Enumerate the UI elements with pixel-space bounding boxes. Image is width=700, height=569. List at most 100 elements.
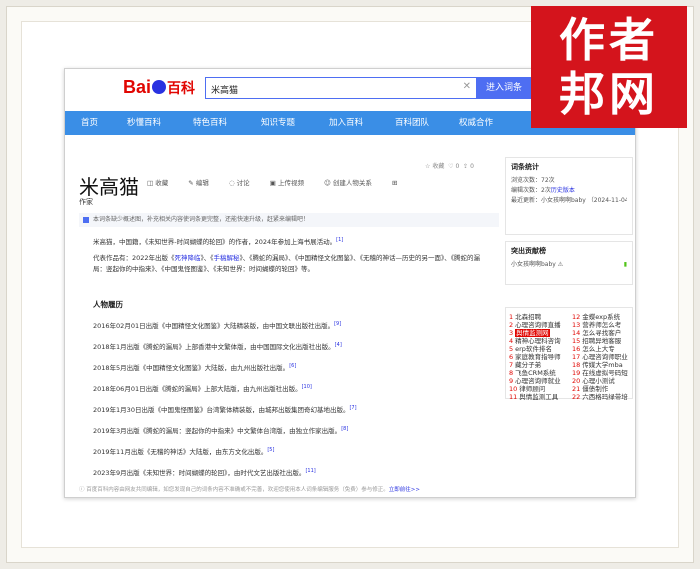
logo-text: Bai [123, 77, 152, 97]
nav-item-featured[interactable]: 特色百科 [193, 111, 227, 135]
career-text: 2018年5月出版《中国精怪文化图鉴》大陆版，由九州出版社出版。 [93, 364, 290, 372]
list-item[interactable]: 22 六西格玛绿带培 [572, 391, 628, 401]
career-text: 2019年1月30日出版《中国鬼怪图鉴》台湾繁体精装版，由城邦出版集团奇幻基地出… [93, 406, 350, 414]
relation-button-label: 创建人物关系 [332, 179, 372, 187]
nav-item-home[interactable]: 首页 [81, 111, 98, 135]
section-heading: 人物履历 [93, 300, 123, 309]
discuss-button-label: 讨论 [236, 179, 250, 187]
edit-count-text: 编辑次数：2次 [511, 187, 551, 194]
works-paragraph: 代表作品有：2022年出版《死神降临》、《手稿解秘》、《腾蛇的漏局》、《中国精怪… [93, 253, 493, 275]
works-text-1: 代表作品有：2022年出版《 [93, 254, 175, 262]
career-text: 2019年11月出版《无稽的神话》大陆版，由东方文化出版。 [93, 448, 268, 456]
star-icon[interactable]: ☆ [425, 163, 430, 170]
ref-mark[interactable]: [4] [335, 342, 342, 348]
works-text-2: 》、《 [200, 254, 214, 262]
stats-title: 词条统计 [511, 163, 539, 171]
career-item: 2016年02月01日出版《中国精怪文化图鉴》大陆精装版，由中国文联出版社出版。… [93, 320, 341, 330]
last-update: 最近更新：小女孩啊啊baby （2024-11-04） [511, 197, 627, 204]
notice-bar: 本词条缺少概述图，补充相关内容使词条更完整，还能快速升级，赶紧来编辑吧！ [79, 213, 499, 227]
search-box: ✕ [205, 77, 477, 100]
badge-line-2: 邦网 [559, 67, 659, 121]
ad-rank-list: 1 北森招聘 12 金蝶exp系统 2 心理咨询师直播 13 营养师怎么考 3 舆情监测网… [505, 307, 633, 401]
intro-paragraph: 米高猫，中国籍，《未知世界-时间蝴蝶的轮回》的作者，2024年参加上海书展活动。… [93, 235, 493, 248]
ref-mark[interactable]: [11] [305, 468, 315, 474]
career-text: 2016年02月01日出版《中国精怪文化图鉴》大陆精装版，由中国文联出版社出版。 [93, 322, 335, 330]
career-item: 2019年1月30日出版《中国鬼怪图鉴》台湾繁体精装版，由城邦出版集团奇幻基地出… [93, 404, 357, 414]
ref-mark[interactable]: [1] [336, 237, 343, 243]
rank-text: 舆情监测工具 [519, 393, 559, 401]
share-count: 0 [470, 163, 474, 170]
works-link-1[interactable]: 死神降临 [175, 254, 201, 262]
nav-item-partners[interactable]: 权威合作 [459, 111, 493, 135]
upload-video-label: 上传视频 [277, 179, 304, 187]
edit-notice-icon [83, 217, 89, 223]
ref-mark[interactable]: [10] [302, 384, 312, 390]
like-count: 0 [455, 163, 460, 170]
career-item: 2023年9月出版《未知世界：时间蝴蝶的轮回》，由时代文艺出版社出版。[11] [93, 467, 316, 477]
rank-text: 六西格玛绿带培 [582, 393, 628, 401]
disclaimer-text: 百度百科内容由网友共同编辑，如您发现自己的词条内容不准确或不完善，欢迎您使用本人… [86, 487, 389, 493]
career-text: 2019年3月出版《腾蛇的漏局：竖起你的中指来》中文繁体台湾版，由独立作家出版。 [93, 427, 342, 435]
badge-line-1: 作者 [559, 13, 659, 67]
contributor-name: 小女孩啊啊baby [511, 261, 556, 268]
career-item: 2018年5月出版《中国精怪文化图鉴》大陆版，由九州出版社出版。[6] [93, 362, 296, 372]
discuss-button[interactable]: ◌ 讨论 [229, 179, 259, 187]
page-title: 米高猫 [79, 175, 139, 199]
list-item[interactable]: 11 舆情监测工具 [509, 391, 558, 401]
entry-toolbar: ◫ 收藏 ✎ 编辑 ◌ 讨论 ▣ 上传视频 ☺ 创建人物关系 ⊞ [147, 177, 406, 187]
article-content: ☆ 收藏 ♡ 0 ⇪ 0 米高猫 ◫ 收藏 ✎ 编辑 ◌ 讨论 ▣ 上传视频 ☺… [65, 135, 635, 497]
collect-label[interactable]: 收藏 [432, 163, 444, 170]
add-icon[interactable]: ⊞ [392, 179, 397, 187]
contributor-box: 突出贡献榜 小女孩啊啊baby ⚠ ▮ [505, 241, 633, 285]
career-text: 2023年9月出版《未知世界：时间蝴蝶的轮回》，由时代文艺出版社出版。 [93, 469, 306, 477]
collect-button[interactable]: ◫ 收藏 [147, 179, 177, 187]
info-icon: ⓘ [79, 487, 85, 493]
contributor-row[interactable]: 小女孩啊啊baby ⚠ ▮ [511, 260, 627, 270]
enter-entry-button[interactable]: 进入词条 [477, 77, 531, 99]
nav-item-miaodong[interactable]: 秒懂百科 [127, 111, 161, 135]
intro-text: 米高猫，中国籍，《未知世界-时间蝴蝶的轮回》的作者，2024年参加上海书展活动。 [93, 238, 337, 247]
nav-item-join[interactable]: 加入百科 [329, 111, 363, 135]
edit-count: 编辑次数：2次历史版本 [511, 186, 627, 196]
top-actions: ☆ 收藏 ♡ 0 ⇪ 0 [425, 161, 474, 170]
go-now-link[interactable]: 立即前往>> [389, 487, 420, 493]
edit-button-label: 编辑 [195, 179, 209, 187]
bookmark-icon: ▮ [623, 261, 627, 268]
relation-button[interactable]: ☺ 创建人物关系 [324, 179, 381, 187]
career-text: 2018年06月01日出版《腾蛇的漏局》上部大陆版，由九州出版社出版。 [93, 385, 302, 393]
ref-mark[interactable]: [9] [334, 321, 341, 327]
career-item: 2019年3月出版《腾蛇的漏局：竖起你的中指来》中文繁体台湾版，由独立作家出版。… [93, 425, 348, 435]
paw-icon [152, 80, 167, 94]
ref-mark[interactable]: [8] [341, 426, 348, 432]
logo-suffix: 百科 [167, 80, 196, 96]
career-item: 2018年06月01日出版《腾蛇的漏局》上部大陆版，由九州出版社出版。[10] [93, 383, 312, 393]
career-item: 2018年1月出版《腾蛇的漏局》上部香港中文繁体版，由中国国际文化出版社出版。[… [93, 341, 342, 351]
like-icon[interactable]: ♡ [448, 163, 453, 170]
ref-mark[interactable]: [6] [289, 363, 296, 369]
entry-subtitle: 作家 [79, 198, 93, 206]
upload-video-button[interactable]: ▣ 上传视频 [270, 179, 313, 187]
baike-screenshot: Bai 百科 ✕ 进入词条 首页 秒懂百科 特色百科 知识专题 加入百科 百科团队… [64, 68, 636, 498]
history-link[interactable]: 历史版本 [551, 187, 575, 194]
career-text: 2018年1月出版《腾蛇的漏局》上部香港中文繁体版，由中国国际文化出版社出版。 [93, 343, 335, 351]
notice-text[interactable]: 本词条缺少概述图，补充相关内容使词条更完整，还能快速升级，赶紧来编辑吧！ [93, 216, 309, 223]
baidu-logo[interactable]: Bai 百科 [123, 77, 195, 98]
contributor-title: 突出贡献榜 [511, 247, 546, 255]
ref-mark[interactable]: [5] [267, 447, 274, 453]
works-link-2[interactable]: 手稿解秘 [214, 254, 240, 262]
career-item: 2019年11月出版《无稽的神话》大陆版，由东方文化出版。[5] [93, 446, 274, 456]
nav-item-topics[interactable]: 知识专题 [261, 111, 295, 135]
edit-button[interactable]: ✎ 编辑 [188, 179, 218, 187]
view-count: 浏览次数：72次 [511, 177, 555, 184]
clear-icon[interactable]: ✕ [463, 81, 471, 92]
entry-stats-box: 词条统计 浏览次数：72次 编辑次数：2次历史版本 最近更新：小女孩啊啊baby… [505, 157, 633, 235]
collect-button-label: 收藏 [155, 179, 169, 187]
search-input[interactable] [206, 79, 456, 100]
warning-icon: ⚠ [557, 261, 564, 268]
rank-number: 22 [572, 393, 581, 401]
ref-mark[interactable]: [7] [349, 405, 356, 411]
disclaimer: ⓘ 百度百科内容由网友共同编辑，如您发现自己的词条内容不准确或不完善，欢迎您使用… [79, 485, 420, 493]
rank-number: 11 [509, 393, 518, 401]
nav-item-team[interactable]: 百科团队 [395, 111, 429, 135]
share-icon[interactable]: ⇪ [463, 163, 468, 170]
